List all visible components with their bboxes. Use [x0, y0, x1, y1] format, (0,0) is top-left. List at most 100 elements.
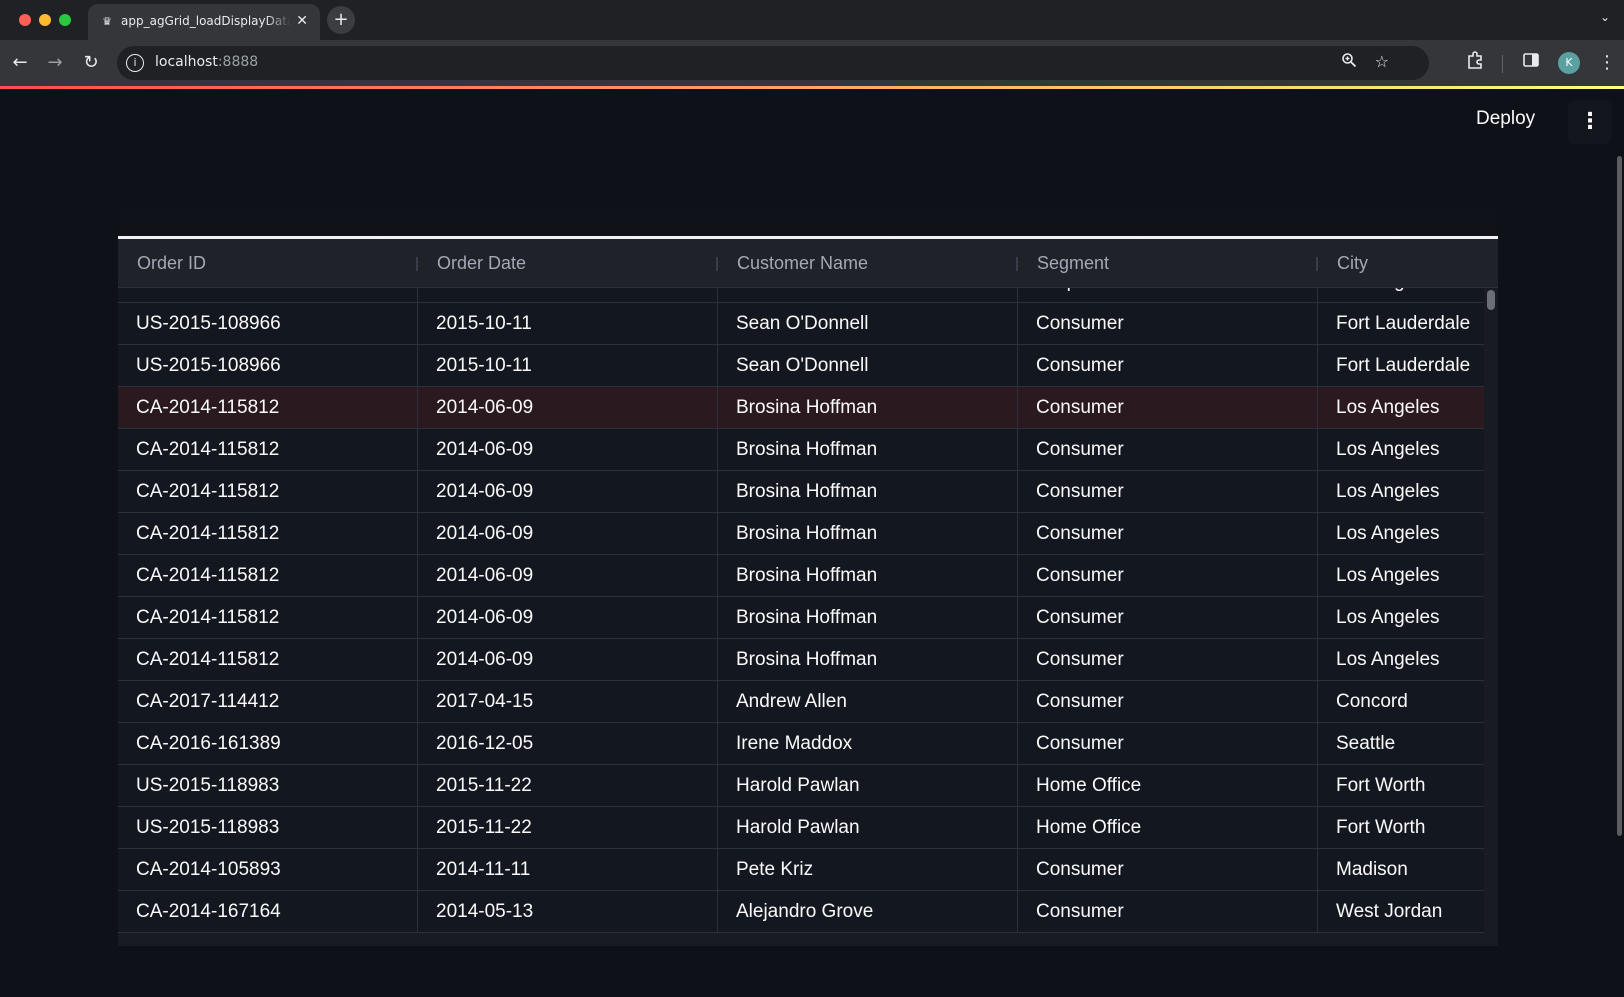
- cell-customer-name[interactable]: Sean O'Donnell: [718, 288, 1018, 302]
- cell-segment[interactable]: Consumer: [1018, 471, 1318, 512]
- column-header-customer-name[interactable]: Customer Name: [718, 239, 1018, 288]
- cell-customer-name[interactable]: Brosina Hoffman: [718, 555, 1018, 596]
- cell-order-date[interactable]: 2014-06-09: [418, 471, 718, 512]
- cell-order-date[interactable]: 2014-05-13: [418, 891, 718, 932]
- cell-segment[interactable]: Corporate: [1018, 288, 1318, 302]
- cell-customer-name[interactable]: Sean O'Donnell: [718, 345, 1018, 386]
- column-header-city[interactable]: City: [1318, 239, 1484, 288]
- cell-order-id[interactable]: CA-2016-161389: [118, 723, 418, 764]
- column-header-order-id[interactable]: Order ID: [118, 239, 418, 288]
- cell-order-id[interactable]: CA-2014-115812: [118, 597, 418, 638]
- side-panel-icon[interactable]: [1523, 51, 1539, 75]
- forward-arrow-icon[interactable]: →: [43, 51, 67, 75]
- tab-search-chevron-icon[interactable]: ⌄: [1600, 10, 1610, 24]
- cell-order-date[interactable]: 2017-04-15: [418, 681, 718, 722]
- table-row[interactable]: CA-2014-115812 2014-06-09 Brosina Hoffman C…: [118, 471, 1484, 513]
- cell-segment[interactable]: Consumer: [1018, 303, 1318, 344]
- cell-city[interactable]: Los Angeles: [1318, 471, 1484, 512]
- zoom-icon[interactable]: [1341, 52, 1357, 72]
- page-scrollbar[interactable]: [1617, 156, 1622, 836]
- cell-segment[interactable]: Consumer: [1018, 429, 1318, 470]
- cell-customer-name[interactable]: Alejandro Grove: [718, 891, 1018, 932]
- cell-segment[interactable]: Consumer: [1018, 387, 1318, 428]
- cell-city[interactable]: Los Angeles: [1318, 429, 1484, 470]
- cell-order-id[interactable]: CA-2014-167164: [118, 891, 418, 932]
- cell-city[interactable]: Madison: [1318, 849, 1484, 890]
- table-row[interactable]: CA-2014-167164 2014-05-13 Alejandro Grove C…: [118, 891, 1484, 933]
- cell-order-id[interactable]: CA-2014-115812: [118, 513, 418, 554]
- bookmark-star-icon[interactable]: ☆: [1375, 52, 1389, 71]
- cell-segment[interactable]: Consumer: [1018, 555, 1318, 596]
- table-row[interactable]: CA-2017-114412 2017-04-15 Andrew Allen Cons…: [118, 681, 1484, 723]
- cell-customer-name[interactable]: Brosina Hoffman: [718, 387, 1018, 428]
- cell-order-date[interactable]: 2014-06-09: [418, 555, 718, 596]
- cell-city[interactable]: Los Angeles: [1318, 555, 1484, 596]
- cell-segment[interactable]: Home Office: [1018, 807, 1318, 848]
- table-row[interactable]: CA-2014-115812 2014-06-09 Brosina Hoffman C…: [118, 639, 1484, 681]
- cell-order-date[interactable]: 2015-11-22: [418, 807, 718, 848]
- cell-order-id[interactable]: US-2015-118983: [118, 765, 418, 806]
- cell-customer-name[interactable]: Harold Pawlan: [718, 765, 1018, 806]
- cell-order-date[interactable]: 2014-06-09: [418, 513, 718, 554]
- cell-segment[interactable]: Consumer: [1018, 597, 1318, 638]
- cell-city[interactable]: Los Angeles: [1318, 597, 1484, 638]
- cell-order-date[interactable]: 2014-06-09: [418, 639, 718, 680]
- maximize-window-button[interactable]: [59, 14, 71, 26]
- cell-customer-name[interactable]: Pete Kriz: [718, 849, 1018, 890]
- table-row[interactable]: US-2015-118983 2015-11-22 Harold Pawlan Hom…: [118, 807, 1484, 849]
- cell-order-date[interactable]: 2015-10-11: [418, 288, 718, 302]
- cell-segment[interactable]: Home Office: [1018, 765, 1318, 806]
- cell-city[interactable]: Fort Lauderdale: [1318, 303, 1484, 344]
- cell-order-id[interactable]: US-2015-108966: [118, 345, 418, 386]
- table-row[interactable]: CA-2014-115812 2014-06-09 Brosina Hoffman C…: [118, 597, 1484, 639]
- cell-order-date[interactable]: 2014-11-11: [418, 849, 718, 890]
- cell-order-date[interactable]: 2015-10-11: [418, 303, 718, 344]
- main-menu-button[interactable]: ⋮: [1568, 100, 1612, 144]
- table-row[interactable]: CA-2014-105893 2014-11-11 Pete Kriz Consume…: [118, 849, 1484, 891]
- cell-order-id[interactable]: US-2015-108966: [118, 288, 418, 302]
- table-row[interactable]: US-2015-118983 2015-11-22 Harold Pawlan Hom…: [118, 765, 1484, 807]
- reload-icon[interactable]: ↻: [79, 51, 103, 75]
- cell-order-date[interactable]: 2014-06-09: [418, 387, 718, 428]
- column-header-segment[interactable]: Segment: [1018, 239, 1318, 288]
- cell-order-date[interactable]: 2014-06-09: [418, 429, 718, 470]
- table-row[interactable]: CA-2016-161389 2016-12-05 Irene Maddox Cons…: [118, 723, 1484, 765]
- cell-segment[interactable]: Consumer: [1018, 891, 1318, 932]
- cell-city[interactable]: Concord: [1318, 681, 1484, 722]
- cell-order-date[interactable]: 2015-11-22: [418, 765, 718, 806]
- cell-segment[interactable]: Consumer: [1018, 513, 1318, 554]
- cell-order-id[interactable]: CA-2014-105893: [118, 849, 418, 890]
- table-row-partial[interactable]: US-2015-108966 2015-10-11 Sean O'Donnell…: [118, 288, 1484, 303]
- cell-city[interactable]: Los Angeles: [1318, 513, 1484, 554]
- cell-order-date[interactable]: 2016-12-05: [418, 723, 718, 764]
- site-info-icon[interactable]: i: [126, 54, 144, 72]
- cell-city[interactable]: Los Angeles: [1318, 639, 1484, 680]
- cell-segment[interactable]: Consumer: [1018, 723, 1318, 764]
- cell-order-date[interactable]: 2014-06-09: [418, 597, 718, 638]
- url-text[interactable]: localhost:8888: [155, 54, 258, 70]
- cell-city[interactable]: Fort Worth: [1318, 765, 1484, 806]
- cell-city[interactable]: Los Angeles: [1318, 387, 1484, 428]
- new-tab-button[interactable]: +: [327, 6, 355, 34]
- table-row[interactable]: CA-2014-115812 2014-06-09 Brosina Hoffman C…: [118, 513, 1484, 555]
- browser-tab[interactable]: ♛ app_agGrid_loadDisplayData ✕: [88, 4, 320, 40]
- cell-segment[interactable]: Consumer: [1018, 345, 1318, 386]
- cell-city[interactable]: Seattle: [1318, 723, 1484, 764]
- table-row[interactable]: CA-2014-115812 2014-06-09 Brosina Hoffman C…: [118, 387, 1484, 429]
- cell-city[interactable]: Fort Lauderdale: [1318, 345, 1484, 386]
- tab-close-icon[interactable]: ✕: [296, 13, 308, 29]
- table-row[interactable]: CA-2014-115812 2014-06-09 Brosina Hoffman C…: [118, 429, 1484, 471]
- cell-order-id[interactable]: CA-2014-115812: [118, 639, 418, 680]
- cell-customer-name[interactable]: Brosina Hoffman: [718, 429, 1018, 470]
- extensions-puzzle-icon[interactable]: [1466, 51, 1484, 76]
- cell-customer-name[interactable]: Irene Maddox: [718, 723, 1018, 764]
- deploy-button[interactable]: Deploy: [1476, 108, 1535, 130]
- cell-order-id[interactable]: CA-2017-114412: [118, 681, 418, 722]
- cell-city[interactable]: West Jordan: [1318, 891, 1484, 932]
- cell-customer-name[interactable]: Harold Pawlan: [718, 807, 1018, 848]
- cell-order-id[interactable]: US-2015-118983: [118, 807, 418, 848]
- cell-customer-name[interactable]: Sean O'Donnell: [718, 303, 1018, 344]
- cell-segment[interactable]: Consumer: [1018, 639, 1318, 680]
- cell-city[interactable]: Los Angeles: [1318, 288, 1484, 302]
- minimize-window-button[interactable]: [39, 14, 51, 26]
